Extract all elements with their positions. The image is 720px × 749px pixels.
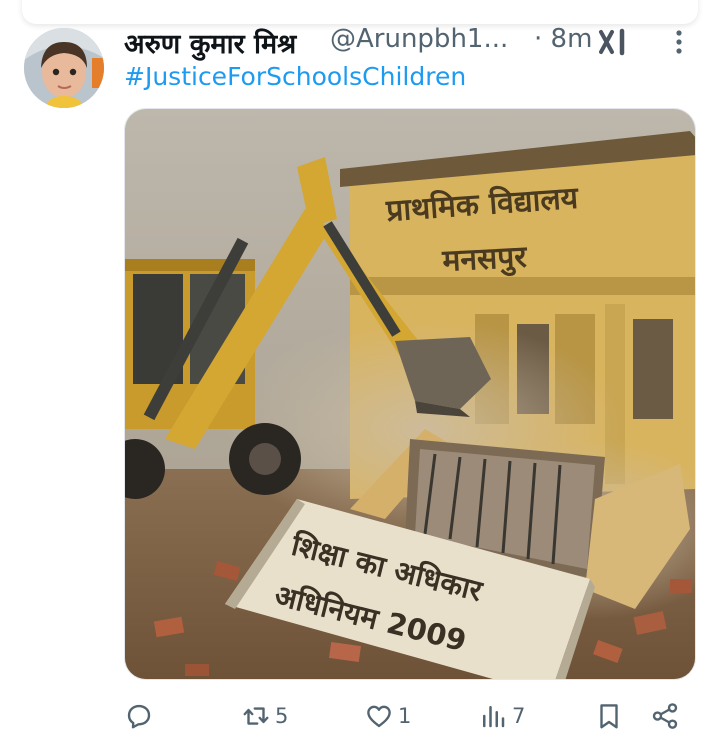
share-icon (652, 703, 678, 729)
views-button[interactable]: 7 (478, 698, 525, 734)
grok-icon[interactable] (598, 28, 632, 56)
avatar-image (24, 28, 104, 108)
tweet-image[interactable]: प्राथमिक विद्यालय मनसपुर शिक्षा का अधिका… (124, 108, 696, 680)
previous-post-card-edge (22, 0, 698, 24)
like-count: 1 (398, 704, 412, 728)
share-button[interactable] (650, 698, 680, 734)
avatar[interactable] (24, 28, 104, 108)
like-icon (367, 705, 391, 728)
repost-count: 5 (275, 704, 289, 728)
building-sign-line2: मनसपुर (441, 240, 530, 280)
reply-button[interactable] (124, 698, 154, 734)
hashtag-link[interactable]: #JusticeForSchoolsChildren (124, 62, 466, 91)
like-button[interactable]: 1 (364, 698, 411, 734)
tweet-header: अरुण कुमार मिश्र @Arunpbh1... · 8m (124, 22, 694, 62)
repost-button[interactable]: 5 (241, 698, 288, 734)
demolition-illustration: प्राथमिक विद्यालय मनसपुर शिक्षा का अधिका… (125, 109, 695, 679)
reply-icon (127, 704, 151, 729)
bookmark-icon (600, 704, 618, 729)
bookmark-button[interactable] (594, 698, 624, 734)
repost-icon (243, 707, 269, 725)
display-name[interactable]: अरुण कुमार मिश्र (124, 24, 296, 61)
view-count: 7 (512, 704, 526, 728)
tweet-action-bar: 5 1 7 (124, 698, 696, 738)
timestamp[interactable]: · 8m (534, 24, 592, 54)
views-icon (483, 706, 505, 728)
user-handle[interactable]: @Arunpbh1... (330, 24, 508, 54)
more-icon[interactable] (672, 28, 686, 56)
